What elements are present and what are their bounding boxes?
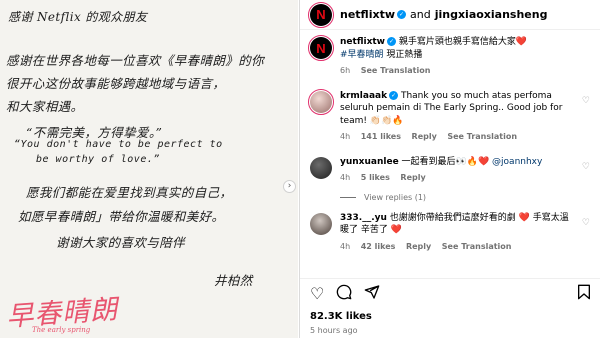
see-translation-link[interactable]: See Translation [442,242,512,251]
share-icon[interactable] [364,284,380,303]
letter-line: 谢谢大家的喜欢与陪伴 [56,235,186,250]
letter-line: 很开心这份故事能够跨越地域与语言， [6,76,226,91]
avatar[interactable] [308,88,334,115]
see-translation-link[interactable]: See Translation [447,132,517,141]
caption: N netflixtw ✓ 親手寫片頭也親手寫信給大家❤️ #早春晴朗 現正熱播 … [308,35,590,78]
header-connector: and [410,8,431,21]
comment-time: 4h [340,241,351,251]
post-panel: N netflixtw ✓ and jingxiaoxiansheng N ne… [299,0,600,338]
view-replies-label: View replies (1) [364,192,427,202]
see-translation-link[interactable]: See Translation [361,66,431,75]
bookmark-icon[interactable] [577,284,591,303]
action-bar: ♡ [300,278,600,308]
heart-icon[interactable]: ♡ [310,285,324,302]
comment-likes[interactable]: 5 likes [361,173,390,182]
comment-likes[interactable]: 42 likes [361,242,396,251]
avatar[interactable]: N [308,1,334,28]
avatar[interactable]: N [308,35,334,61]
header-username[interactable]: netflixtw [340,8,395,21]
post-header: N netflixtw ✓ and jingxiaoxiansheng [300,0,600,30]
comment-username[interactable]: 333.__.yu [340,213,387,223]
letter-line: be worthy of love.” [36,154,160,165]
comment-likes[interactable]: 141 likes [361,132,401,141]
reply-button[interactable]: Reply [406,242,431,251]
verified-icon: ✓ [387,37,396,46]
comment-item: krmlaaak ✓ Thank you so much atas perfoma… [308,88,590,144]
avatar[interactable] [310,156,332,179]
letter-line: “You don't have to be perfect to [14,139,223,150]
comment-mention[interactable]: @joannhxy [492,157,542,167]
heart-emoji: ❤️ [515,37,528,47]
comment-time: 4h [340,173,351,182]
comment-username[interactable]: krmlaaak [340,91,387,101]
view-replies-button[interactable]: View replies (1) [340,193,590,202]
verified-icon: ✓ [397,10,406,19]
caption-hashtag[interactable]: #早春晴朗 [340,50,384,60]
heart-icon[interactable]: ♡ [582,96,590,106]
verified-icon: ✓ [389,90,399,100]
letter-line: 如愿早春晴朗」带给你温暖和美好。 [18,209,225,224]
letter-line: 愿我们都能在爱里找到真实的自己， [26,185,233,200]
caption-time: 6h [340,66,351,75]
caption-text: 親手寫片頭也親手寫信給大家 [398,37,516,47]
letter-signature: 井柏然 [214,273,253,288]
header-collaborator[interactable]: jingxiaoxiansheng [435,8,548,21]
show-logo-subtitle: The early spring [32,326,91,334]
caption-username[interactable]: netflixtw [340,37,385,47]
post-image[interactable]: 感谢 Netflix 的观众朋友 感谢在世界各地每一位喜欢《早春晴朗》的你 很开… [0,0,298,338]
comment-icon[interactable] [336,284,352,303]
post-time: 5 hours ago [310,326,358,335]
comment-item: 333.__.yu 也謝謝你帶給我們這麼好看的劇 ❤️ 手寫太溫暖了 辛苦了 ❤… [310,212,590,254]
chevron-right-icon[interactable]: › [283,180,296,193]
letter-line: 感谢 Netflix 的观众朋友 [8,10,148,24]
heart-icon[interactable]: ♡ [582,218,590,228]
letter-line: 和大家相遇。 [6,99,84,114]
heart-icon[interactable]: ♡ [582,162,590,172]
letter-line: 感谢在世界各地每一位喜欢《早春晴朗》的你 [6,53,265,68]
divider [340,196,356,198]
comment-username[interactable]: yunxuanlee [340,157,399,167]
comment-time: 4h [340,132,351,141]
reply-button[interactable]: Reply [412,132,437,141]
comment-text: 一起看到最后👀🔥❤️ [401,156,490,167]
caption-text-2: 現正熱播 [383,49,423,60]
comment-item: yunxuanlee 一起看到最后👀🔥❤️ @joannhxy 4h 5 lik… [310,156,590,185]
likes-count[interactable]: 82.3K likes [310,311,372,322]
avatar[interactable] [310,212,332,235]
reply-button[interactable]: Reply [400,173,425,182]
comments-list: N netflixtw ✓ 親手寫片頭也親手寫信給大家❤️ #早春晴朗 現正熱播 … [300,30,600,253]
